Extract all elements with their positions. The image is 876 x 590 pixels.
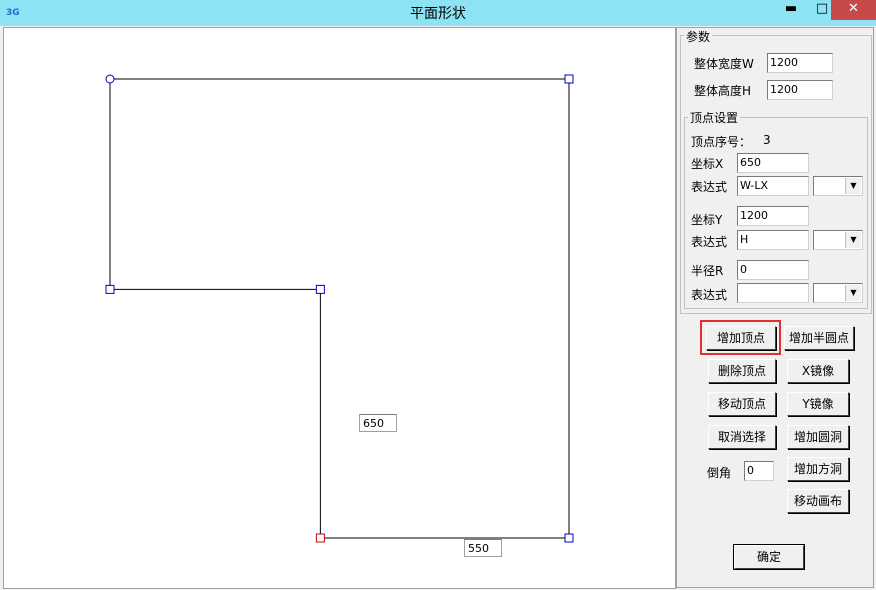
dimension-label-650[interactable]: 650 bbox=[359, 414, 397, 432]
chevron-down-icon[interactable]: ▼ bbox=[845, 232, 861, 248]
chevron-down-icon[interactable]: ▼ bbox=[845, 285, 861, 301]
add-square-hole-button[interactable]: 增加方洞 bbox=[787, 457, 849, 481]
vertex-marker[interactable] bbox=[105, 284, 115, 294]
x-expr-label: 表达式 bbox=[691, 180, 728, 194]
vertex-marker[interactable] bbox=[564, 533, 574, 543]
height-input[interactable]: 1200 bbox=[767, 80, 833, 100]
r-expr-input[interactable] bbox=[737, 283, 809, 303]
y-expr-label: 表达式 bbox=[691, 235, 728, 249]
params-group-label: 参数 bbox=[684, 28, 713, 45]
move-canvas-button[interactable]: 移动画布 bbox=[787, 489, 849, 513]
coord-x-input[interactable]: 650 bbox=[737, 153, 809, 173]
width-input[interactable]: 1200 bbox=[767, 53, 833, 73]
radius-input[interactable]: 0 bbox=[737, 260, 809, 280]
add-round-hole-button[interactable]: 增加圆洞 bbox=[787, 425, 849, 449]
y-expr-dropdown[interactable]: ▼ bbox=[813, 230, 863, 250]
r-expr-dropdown[interactable]: ▼ bbox=[813, 283, 863, 303]
vertex-marker[interactable] bbox=[315, 284, 325, 294]
vertex-marker[interactable] bbox=[105, 74, 115, 84]
title-bar: 3G 平面形状 ▬ □ ✕ bbox=[0, 0, 876, 26]
add-semicircle-button[interactable]: 增加半圆点 bbox=[784, 326, 854, 350]
vertex-marker[interactable] bbox=[564, 74, 574, 84]
window-title: 平面形状 bbox=[410, 6, 466, 22]
coord-x-label: 坐标X bbox=[691, 157, 724, 171]
shape-drawing[interactable] bbox=[4, 28, 675, 588]
x-expr-dropdown[interactable]: ▼ bbox=[813, 176, 863, 196]
coord-y-input[interactable]: 1200 bbox=[737, 206, 809, 226]
minimize-icon[interactable]: ▬ bbox=[775, 0, 807, 20]
width-label: 整体宽度W bbox=[694, 57, 754, 71]
chevron-down-icon[interactable]: ▼ bbox=[845, 178, 861, 194]
selected-vertex-marker[interactable] bbox=[315, 533, 325, 543]
highlight-box bbox=[700, 320, 781, 355]
x-expr-input[interactable]: W-LX bbox=[737, 176, 809, 196]
vertex-group-label: 顶点设置 bbox=[688, 109, 741, 126]
cancel-select-button[interactable]: 取消选择 bbox=[708, 425, 776, 449]
chamfer-label: 倒角 bbox=[707, 466, 732, 480]
height-label: 整体高度H bbox=[694, 84, 752, 98]
coord-y-label: 坐标Y bbox=[691, 213, 723, 227]
y-expr-input[interactable]: H bbox=[737, 230, 809, 250]
vertex-index-label: 顶点序号： bbox=[691, 135, 752, 149]
delete-vertex-button[interactable]: 删除顶点 bbox=[708, 359, 776, 383]
close-icon[interactable]: ✕ bbox=[831, 0, 876, 20]
ok-button[interactable]: 确定 bbox=[733, 544, 805, 570]
property-panel: 参数 整体宽度W 1200 整体高度H 1200 顶点设置 顶点序号： 3 坐标… bbox=[676, 27, 874, 588]
r-expr-label: 表达式 bbox=[691, 288, 728, 302]
shape-outline[interactable] bbox=[109, 78, 570, 539]
vertex-index-value: 3 bbox=[763, 133, 771, 147]
chamfer-input[interactable]: 0 bbox=[744, 461, 774, 481]
drawing-canvas[interactable]: 650 550 bbox=[3, 27, 676, 589]
move-vertex-button[interactable]: 移动顶点 bbox=[708, 392, 776, 416]
y-mirror-button[interactable]: Y镜像 bbox=[787, 392, 849, 416]
x-mirror-button[interactable]: X镜像 bbox=[787, 359, 849, 383]
dimension-label-550[interactable]: 550 bbox=[464, 539, 502, 557]
radius-label: 半径R bbox=[691, 264, 724, 278]
